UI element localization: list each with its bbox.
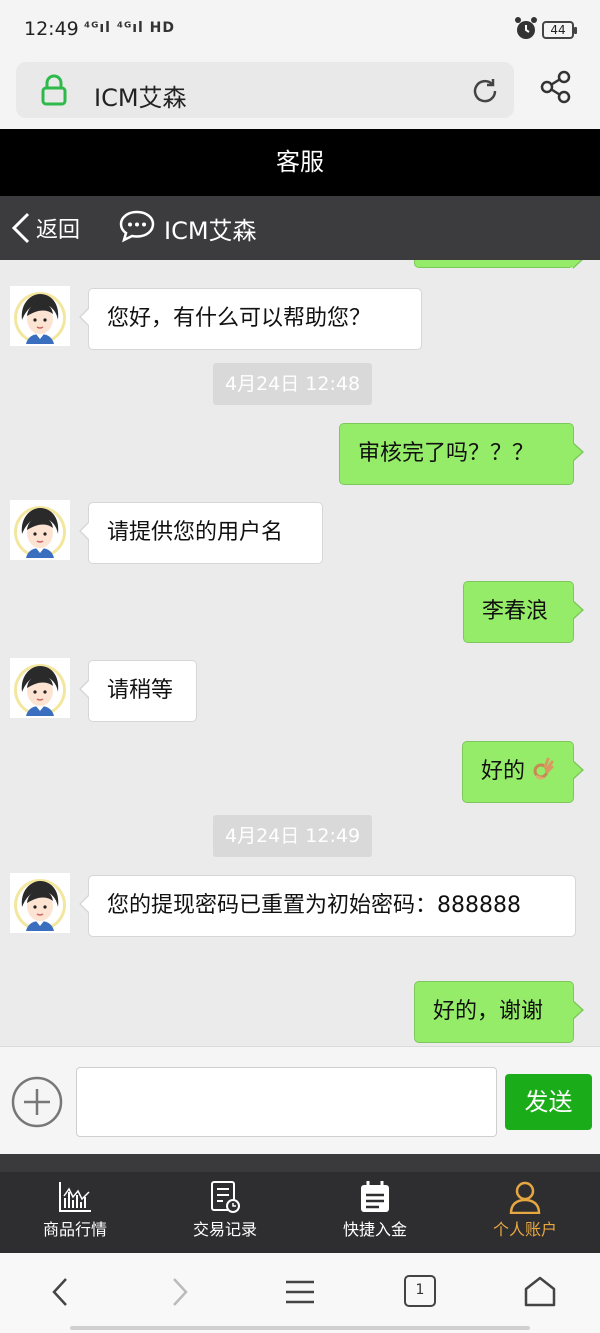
send-button[interactable]: 发送 — [505, 1074, 592, 1130]
tab-label: 交易记录 — [192, 1220, 257, 1239]
signal-icon: ⁴ᴳıl ⁴ᴳıl HD — [84, 20, 176, 36]
status-bar: 12:49 ⁴ᴳıl ⁴ᴳıl HD 44 — [0, 0, 600, 58]
message-input[interactable] — [76, 1067, 497, 1137]
tab-label: 快捷入金 — [342, 1220, 407, 1239]
tabs-button[interactable]: 1 — [404, 1275, 436, 1307]
browser-address-bar: ICM艾森 — [0, 58, 600, 129]
back-button[interactable]: 返回 — [8, 208, 80, 248]
lock-icon — [41, 74, 67, 106]
tab-market[interactable]: 商品行情 — [15, 1180, 135, 1240]
record-icon — [211, 1181, 240, 1213]
tab-deposit[interactable]: 快捷入金 — [315, 1180, 435, 1240]
message-bubble-partial — [414, 260, 584, 269]
alarm-icon — [515, 17, 537, 39]
chart-icon — [59, 1182, 91, 1212]
forward-icon[interactable] — [166, 1275, 192, 1309]
home-icon[interactable] — [522, 1275, 558, 1309]
chevron-left-icon — [11, 212, 30, 244]
message-text: 您好，有什么可以帮助您？ — [79, 288, 422, 350]
back-label: 返回 — [36, 218, 81, 243]
agent-avatar — [10, 873, 70, 933]
message-outgoing: 好的 — [462, 741, 584, 803]
tab-account[interactable]: 个人账户 — [465, 1180, 585, 1240]
url-field[interactable]: ICM艾森 — [16, 62, 514, 118]
page-title: 客服 — [0, 129, 600, 196]
message-text: 请提供您的用户名 — [79, 502, 323, 564]
message-text: 您的提现密码已重置为初始密码：888888 — [79, 875, 576, 937]
url-text: ICM艾森 — [94, 84, 187, 112]
share-icon[interactable] — [540, 70, 572, 104]
message-timestamp: 4月24日 12:48 — [213, 363, 373, 405]
message-outgoing: 审核完了吗？？？ — [339, 423, 584, 485]
agent-avatar — [10, 658, 70, 718]
ok-hand-icon — [533, 757, 554, 780]
message-text: 好的 — [481, 759, 526, 784]
message-text: 请稍等 — [79, 660, 197, 722]
contact-name: ICM艾森 — [164, 217, 257, 245]
chat-header: 返回 ICM艾森 — [0, 196, 600, 260]
agent-avatar — [10, 286, 70, 346]
tab-count: 1 — [415, 1282, 425, 1298]
message-outgoing: 好的，谢谢 — [414, 981, 584, 1043]
message-timestamp: 4月24日 12:49 — [213, 815, 373, 857]
chat-bubble-icon — [119, 210, 155, 243]
tab-label: 个人账户 — [492, 1220, 557, 1239]
back-icon[interactable] — [48, 1275, 74, 1309]
chat-area[interactable]: 您好，有什么可以帮助您？ 4月24日 12:48 审核完了吗？？？ 请提供您的用… — [0, 260, 600, 1046]
user-icon — [509, 1181, 541, 1214]
bottom-tab-bar: 商品行情 交易记录 快捷入金 个人账户 — [0, 1154, 600, 1253]
gesture-indicator — [70, 1326, 530, 1330]
plus-icon[interactable] — [10, 1075, 64, 1129]
status-time: 12:49 — [24, 18, 79, 40]
battery-icon: 44 — [542, 21, 577, 39]
tab-records[interactable]: 交易记录 — [165, 1180, 285, 1240]
reload-icon[interactable] — [470, 76, 500, 106]
menu-icon[interactable] — [284, 1275, 316, 1309]
tab-label: 商品行情 — [42, 1220, 107, 1239]
message-input-bar: 发送 — [0, 1046, 600, 1154]
message-outgoing: 李春浪 — [463, 581, 584, 643]
calendar-icon — [361, 1181, 389, 1212]
browser-nav-bar: 1 — [0, 1253, 600, 1333]
agent-avatar — [10, 500, 70, 560]
